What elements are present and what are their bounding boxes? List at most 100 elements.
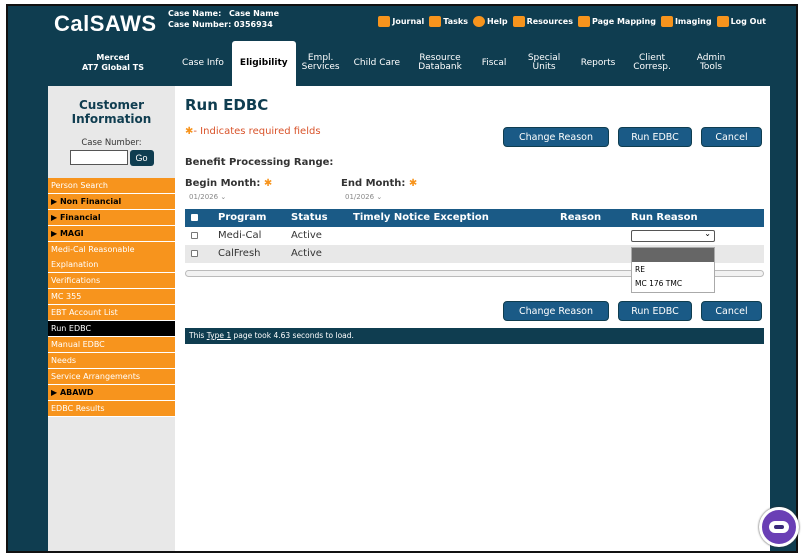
run-reason-dropdown: RE MC 176 TMC	[631, 247, 715, 293]
case-name-label: Case Name:	[168, 9, 222, 18]
tab-empl-services[interactable]: Empl. Services	[296, 40, 346, 86]
journal-link[interactable]: Journal	[378, 16, 424, 27]
calsaws-logo: CalSAWS	[54, 11, 157, 36]
logout-label: Log Out	[730, 17, 766, 26]
table-row: Medi-Cal Active ⌄	[185, 227, 764, 245]
help-link[interactable]: Help	[472, 16, 508, 27]
sidebar-item-label: ABAWD	[59, 388, 94, 397]
sidebar-item-manual-edbc[interactable]: Manual EDBC	[48, 337, 175, 353]
resources-label: Resources	[526, 17, 573, 26]
select-all-checkbox[interactable]	[191, 214, 198, 221]
program-cell: CalFresh	[218, 248, 261, 259]
sidebar-item-service-arrangements[interactable]: Service Arrangements	[48, 369, 175, 385]
page-title: Run EDBC	[185, 96, 269, 114]
imaging-link[interactable]: Imaging	[660, 16, 712, 27]
begin-month-text: Begin Month:	[185, 178, 261, 189]
top-header: CalSAWS Case Name: Case Name Case Number…	[8, 6, 796, 40]
run-edbc-button-bottom[interactable]: Run EDBC	[618, 301, 692, 321]
resources-icon	[512, 16, 525, 27]
sidebar-item-non-financial[interactable]: ▶ Non Financial	[48, 194, 175, 210]
office-unit: AT7 Global TS	[81, 63, 145, 72]
sidebar-item-financial[interactable]: ▶ Financial	[48, 210, 175, 226]
resources-link[interactable]: Resources	[512, 16, 573, 27]
col-status: Status	[291, 212, 328, 223]
sidebar-item-mc-355[interactable]: MC 355	[48, 289, 175, 305]
logout-icon	[716, 16, 729, 27]
app-window: CalSAWS Case Name: Case Name Case Number…	[6, 4, 798, 553]
sidebar-item-verifications[interactable]: Verifications	[48, 273, 175, 289]
begin-month-select[interactable]: 01/2026 ⌄	[189, 193, 229, 203]
tab-resource-databank[interactable]: Resource Databank	[408, 40, 472, 86]
tab-fiscal[interactable]: Fiscal	[472, 40, 516, 86]
office-county: Merced	[96, 53, 130, 62]
help-icon	[472, 16, 485, 27]
page-mapping-icon	[577, 16, 590, 27]
type-link[interactable]: Type 1	[207, 331, 231, 340]
dropdown-option-mc-176-tmc[interactable]: MC 176 TMC	[632, 278, 714, 290]
cancel-button[interactable]: Cancel	[701, 127, 762, 147]
row-checkbox[interactable]	[191, 232, 198, 239]
tab-special-units[interactable]: Special Units	[516, 40, 572, 86]
sidebar-title: Customer Information	[71, 98, 152, 126]
end-month-text: End Month:	[341, 178, 406, 189]
load-text-prefix: This	[189, 331, 207, 340]
sidebar-menu: Person Search ▶ Non Financial ▶ Financia…	[48, 178, 175, 417]
go-button[interactable]: Go	[129, 150, 154, 166]
tab-client-corresp[interactable]: Client Corresp.	[624, 40, 680, 86]
change-reason-button[interactable]: Change Reason	[503, 127, 609, 147]
case-number-input[interactable]	[69, 150, 128, 165]
tab-reports[interactable]: Reports	[572, 40, 624, 86]
program-cell: Medi-Cal	[218, 230, 262, 241]
end-month-value: 01/2026	[345, 193, 375, 201]
sidebar-item-ebt-account-list[interactable]: EBT Account List	[48, 305, 175, 321]
dropdown-option-blank[interactable]	[632, 248, 714, 262]
case-name-value: Case Name	[228, 9, 280, 18]
page-mapping-label: Page Mapping	[591, 17, 656, 26]
sidebar-item-medi-cal-reasonable-explanation[interactable]: Medi-Cal Reasonable Explanation	[48, 242, 175, 273]
sidebar-item-person-search[interactable]: Person Search	[48, 178, 175, 194]
sidebar-item-magi[interactable]: ▶ MAGI	[48, 226, 175, 242]
cancel-button-bottom[interactable]: Cancel	[701, 301, 762, 321]
main-nav: Merced AT7 Global TS Case Info Eligibili…	[8, 40, 796, 86]
end-month-select[interactable]: 01/2026 ⌄	[345, 193, 385, 203]
nav-tabs: Case Info Eligibility Empl. Services Chi…	[174, 40, 742, 86]
tab-case-info[interactable]: Case Info	[174, 40, 232, 86]
page-mapping-link[interactable]: Page Mapping	[577, 16, 656, 27]
tab-child-care[interactable]: Child Care	[346, 40, 408, 86]
sidebar-item-needs[interactable]: Needs	[48, 353, 175, 369]
help-label: Help	[486, 17, 508, 26]
expand-triangle-icon: ▶	[51, 229, 58, 238]
sidebar-item-abawd[interactable]: ▶ ABAWD	[48, 385, 175, 401]
col-reason: Reason	[560, 212, 602, 223]
sidebar: Customer Information Case Number: Go Per…	[48, 86, 175, 551]
expand-triangle-icon: ▶	[51, 388, 58, 397]
tasks-label: Tasks	[443, 17, 468, 26]
table-header: Program Status Timely Notice Exception R…	[185, 209, 764, 227]
tab-admin-tools[interactable]: Admin Tools	[680, 40, 742, 86]
tasks-link[interactable]: Tasks	[429, 16, 468, 27]
tab-eligibility[interactable]: Eligibility	[231, 41, 296, 86]
chevron-down-icon: ⌄	[376, 193, 383, 201]
chatbot-icon[interactable]	[759, 507, 799, 547]
case-number-value: 0356934	[233, 20, 273, 29]
case-number-search: Go	[48, 150, 175, 166]
required-asterisk-icon: ✱	[263, 178, 273, 189]
row-checkbox[interactable]	[191, 250, 198, 257]
chevron-down-icon: ⌄	[220, 193, 227, 201]
sidebar-item-run-edbc[interactable]: Run EDBC	[48, 321, 175, 337]
dropdown-option-re[interactable]: RE	[632, 264, 714, 276]
benefit-processing-range-label: Benefit Processing Range:	[185, 157, 334, 168]
journal-icon	[378, 16, 391, 27]
run-edbc-button[interactable]: Run EDBC	[618, 127, 692, 147]
sidebar-item-edbc-results[interactable]: EDBC Results	[48, 401, 175, 417]
expand-triangle-icon: ▶	[51, 213, 58, 222]
content-area: Customer Information Case Number: Go Per…	[48, 86, 770, 551]
sidebar-case-number-label: Case Number:	[81, 138, 142, 148]
tasks-icon	[429, 16, 442, 27]
required-asterisk-icon: ✱	[408, 178, 418, 189]
change-reason-button-bottom[interactable]: Change Reason	[503, 301, 609, 321]
run-reason-select[interactable]: ⌄	[631, 229, 715, 242]
logout-link[interactable]: Log Out	[716, 16, 766, 27]
col-run-reason: Run Reason	[631, 212, 698, 223]
required-fields-note: ✱- Indicates required fields	[185, 126, 321, 137]
